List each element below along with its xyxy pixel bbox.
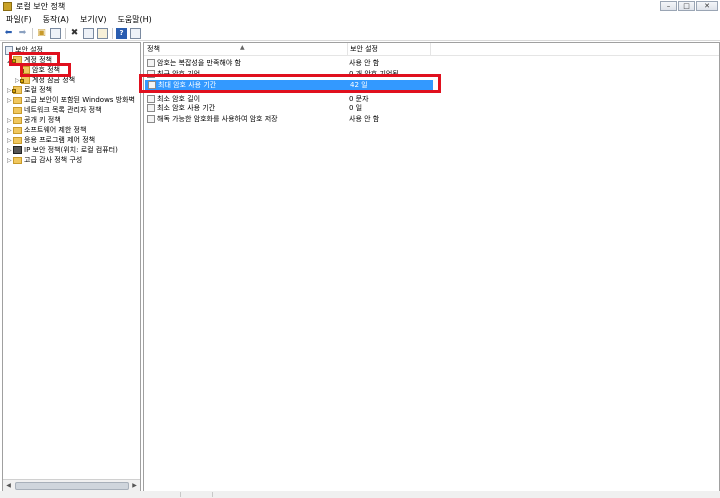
policy-folder-icon bbox=[20, 66, 30, 74]
policy-name: 최대 암호 사용 기간 bbox=[158, 81, 217, 89]
details-pane: 정책 ▲ 보안 설정 암호는 복잡성을 만족해야 함 사용 안 함 최근 암호 … bbox=[143, 42, 720, 492]
app-icon bbox=[3, 1, 12, 11]
tree-item-label: 소프트웨어 제한 정책 bbox=[24, 126, 87, 134]
policy-item-icon bbox=[147, 104, 155, 112]
menu-file[interactable]: 파일(F) bbox=[6, 14, 32, 25]
minimize-button[interactable]: – bbox=[660, 1, 677, 11]
list-header: 정책 ▲ 보안 설정 bbox=[144, 43, 719, 56]
table-row-selected[interactable]: 최대 암호 사용 기간 42 일 bbox=[145, 80, 433, 90]
title-bar: 로컬 보안 정책 – □ ✕ bbox=[0, 0, 720, 12]
tree-item-app-control[interactable]: ▷ 응용 프로그램 제어 정책 bbox=[7, 135, 95, 145]
toolbar-separator bbox=[112, 27, 113, 39]
status-segment bbox=[182, 492, 213, 497]
forward-arrow-icon[interactable]: ➡ bbox=[17, 28, 28, 39]
policy-item-icon bbox=[147, 115, 155, 123]
status-segment bbox=[140, 492, 181, 497]
tree-item-label: 고급 보안이 포함된 Windows 방화벽 bbox=[24, 96, 135, 104]
folder-icon bbox=[13, 116, 22, 124]
properties-icon[interactable] bbox=[83, 27, 94, 39]
tree-item-label: 네트워크 목록 관리자 정책 bbox=[24, 106, 102, 114]
toolbar-separator bbox=[65, 27, 66, 39]
tree-item-label: 계정 정책 bbox=[24, 56, 52, 64]
up-folder-icon[interactable]: ▣ bbox=[36, 28, 47, 39]
scroll-right-icon[interactable]: ▶ bbox=[129, 480, 140, 491]
export-icon[interactable] bbox=[97, 27, 108, 39]
scroll-left-icon[interactable]: ◀ bbox=[3, 480, 14, 491]
menu-help[interactable]: 도움말(H) bbox=[117, 14, 151, 25]
tree-item-label: 로컬 정책 bbox=[24, 86, 52, 94]
tree-item-network-list-manager[interactable]: 네트워크 목록 관리자 정책 bbox=[13, 105, 102, 115]
tree-item-public-key-policy[interactable]: ▷ 공개 키 정책 bbox=[7, 115, 61, 125]
menu-bar: 파일(F) 동작(A) 보기(V) 도움말(H) bbox=[0, 13, 720, 25]
folder-icon bbox=[13, 96, 22, 104]
window-controls: – □ ✕ bbox=[659, 1, 718, 11]
table-row[interactable]: 최근 암호 기억 0 개 암호 기억됨 bbox=[144, 69, 719, 79]
tree-item-software-restriction[interactable]: ▷ 소프트웨어 제한 정책 bbox=[7, 125, 86, 135]
policy-setting: 0 일 bbox=[349, 104, 363, 112]
sort-arrow-icon: ▲ bbox=[240, 44, 245, 51]
table-row[interactable]: 해독 가능한 암호화를 사용하여 암호 저장 사용 안 함 bbox=[144, 114, 719, 124]
tree-item-advanced-audit[interactable]: ▷ 고급 감사 정책 구성 bbox=[7, 155, 82, 165]
tree-item-label: 응용 프로그램 제어 정책 bbox=[24, 136, 96, 144]
column-label: 정책 bbox=[147, 45, 160, 53]
computer-icon bbox=[13, 146, 22, 154]
folder-icon bbox=[13, 156, 22, 164]
policy-name: 해독 가능한 암호화를 사용하여 암호 저장 bbox=[157, 115, 278, 123]
scroll-thumb[interactable] bbox=[15, 482, 129, 490]
policy-item-icon bbox=[147, 59, 155, 67]
folder-icon bbox=[13, 106, 22, 114]
tree-item-ip-security[interactable]: ▷ IP 보안 정책(위치: 로컬 컴퓨터) bbox=[7, 145, 118, 155]
policy-name: 최소 암호 길이 bbox=[157, 95, 201, 103]
horizontal-scrollbar[interactable]: ◀ ▶ bbox=[3, 479, 140, 491]
tree-item-label: IP 보안 정책(위치: 로컬 컴퓨터) bbox=[24, 146, 118, 154]
policy-item-icon bbox=[147, 95, 155, 103]
column-header-policy[interactable]: 정책 ▲ bbox=[144, 43, 348, 55]
folder-icon bbox=[13, 136, 22, 144]
menu-view[interactable]: 보기(V) bbox=[80, 14, 106, 25]
table-row[interactable]: 암호는 복잡성을 만족해야 함 사용 안 함 bbox=[144, 58, 719, 68]
folder-icon bbox=[13, 126, 22, 134]
tree-pane: 보안 설정 ◢ 계정 정책 암호 정책 ▷ 계정 잠금 정책 ▷ 로컬 정책 ▷ 고급 … bbox=[2, 42, 141, 492]
maximize-button[interactable]: □ bbox=[678, 1, 695, 11]
tree-item-label: 계정 잠금 정책 bbox=[32, 76, 76, 84]
tree-item-account-lockout-policy[interactable]: ▷ 계정 잠금 정책 bbox=[15, 75, 75, 85]
table-row[interactable]: 최소 암호 사용 기간 0 일 bbox=[144, 103, 719, 113]
status-bar bbox=[0, 491, 720, 498]
tree-item-label: 고급 감사 정책 구성 bbox=[24, 156, 83, 164]
policy-folder-icon bbox=[20, 76, 30, 84]
delete-icon[interactable]: ✖ bbox=[69, 28, 80, 39]
tree-root-label: 보안 설정 bbox=[15, 46, 43, 54]
close-button[interactable]: ✕ bbox=[696, 1, 718, 11]
policy-name: 암호는 복잡성을 만족해야 함 bbox=[157, 59, 241, 67]
policy-setting: 0 개 암호 기억됨 bbox=[349, 70, 399, 78]
toolbar-separator bbox=[32, 27, 33, 39]
policy-item-icon bbox=[147, 70, 155, 78]
policy-name: 최근 암호 기억 bbox=[157, 70, 201, 78]
tree-root[interactable]: 보안 설정 bbox=[5, 45, 43, 55]
policy-folder-icon bbox=[12, 56, 22, 64]
menu-action[interactable]: 동작(A) bbox=[43, 14, 69, 25]
tree-item-password-policy[interactable]: 암호 정책 bbox=[20, 65, 60, 75]
column-label: 보안 설정 bbox=[350, 45, 378, 53]
column-header-setting[interactable]: 보안 설정 bbox=[347, 43, 431, 55]
tree-item-label: 공개 키 정책 bbox=[24, 116, 61, 124]
policy-setting: 42 일 bbox=[350, 81, 368, 89]
console-icon[interactable] bbox=[130, 27, 141, 39]
back-arrow-icon[interactable]: ⬅ bbox=[3, 28, 14, 39]
policy-folder-icon bbox=[12, 86, 22, 94]
tree-item-account-policy[interactable]: ◢ 계정 정책 bbox=[7, 55, 52, 65]
security-settings-icon bbox=[5, 45, 13, 55]
policy-setting: 사용 안 함 bbox=[349, 59, 380, 67]
toolbar: ⬅ ➡ ▣ ✖ ? bbox=[0, 26, 720, 41]
window-title: 로컬 보안 정책 bbox=[16, 1, 66, 11]
policy-setting: 사용 안 함 bbox=[349, 115, 380, 123]
show-hide-tree-icon[interactable] bbox=[50, 27, 61, 39]
policy-item-icon bbox=[148, 81, 156, 89]
policy-name: 최소 암호 사용 기간 bbox=[157, 104, 216, 112]
tree-item-windows-firewall[interactable]: ▷ 고급 보안이 포함된 Windows 방화벽 bbox=[7, 95, 135, 105]
help-icon[interactable]: ? bbox=[116, 27, 127, 39]
tree-item-local-policy[interactable]: ▷ 로컬 정책 bbox=[7, 85, 52, 95]
tree-item-label: 암호 정책 bbox=[32, 66, 60, 74]
